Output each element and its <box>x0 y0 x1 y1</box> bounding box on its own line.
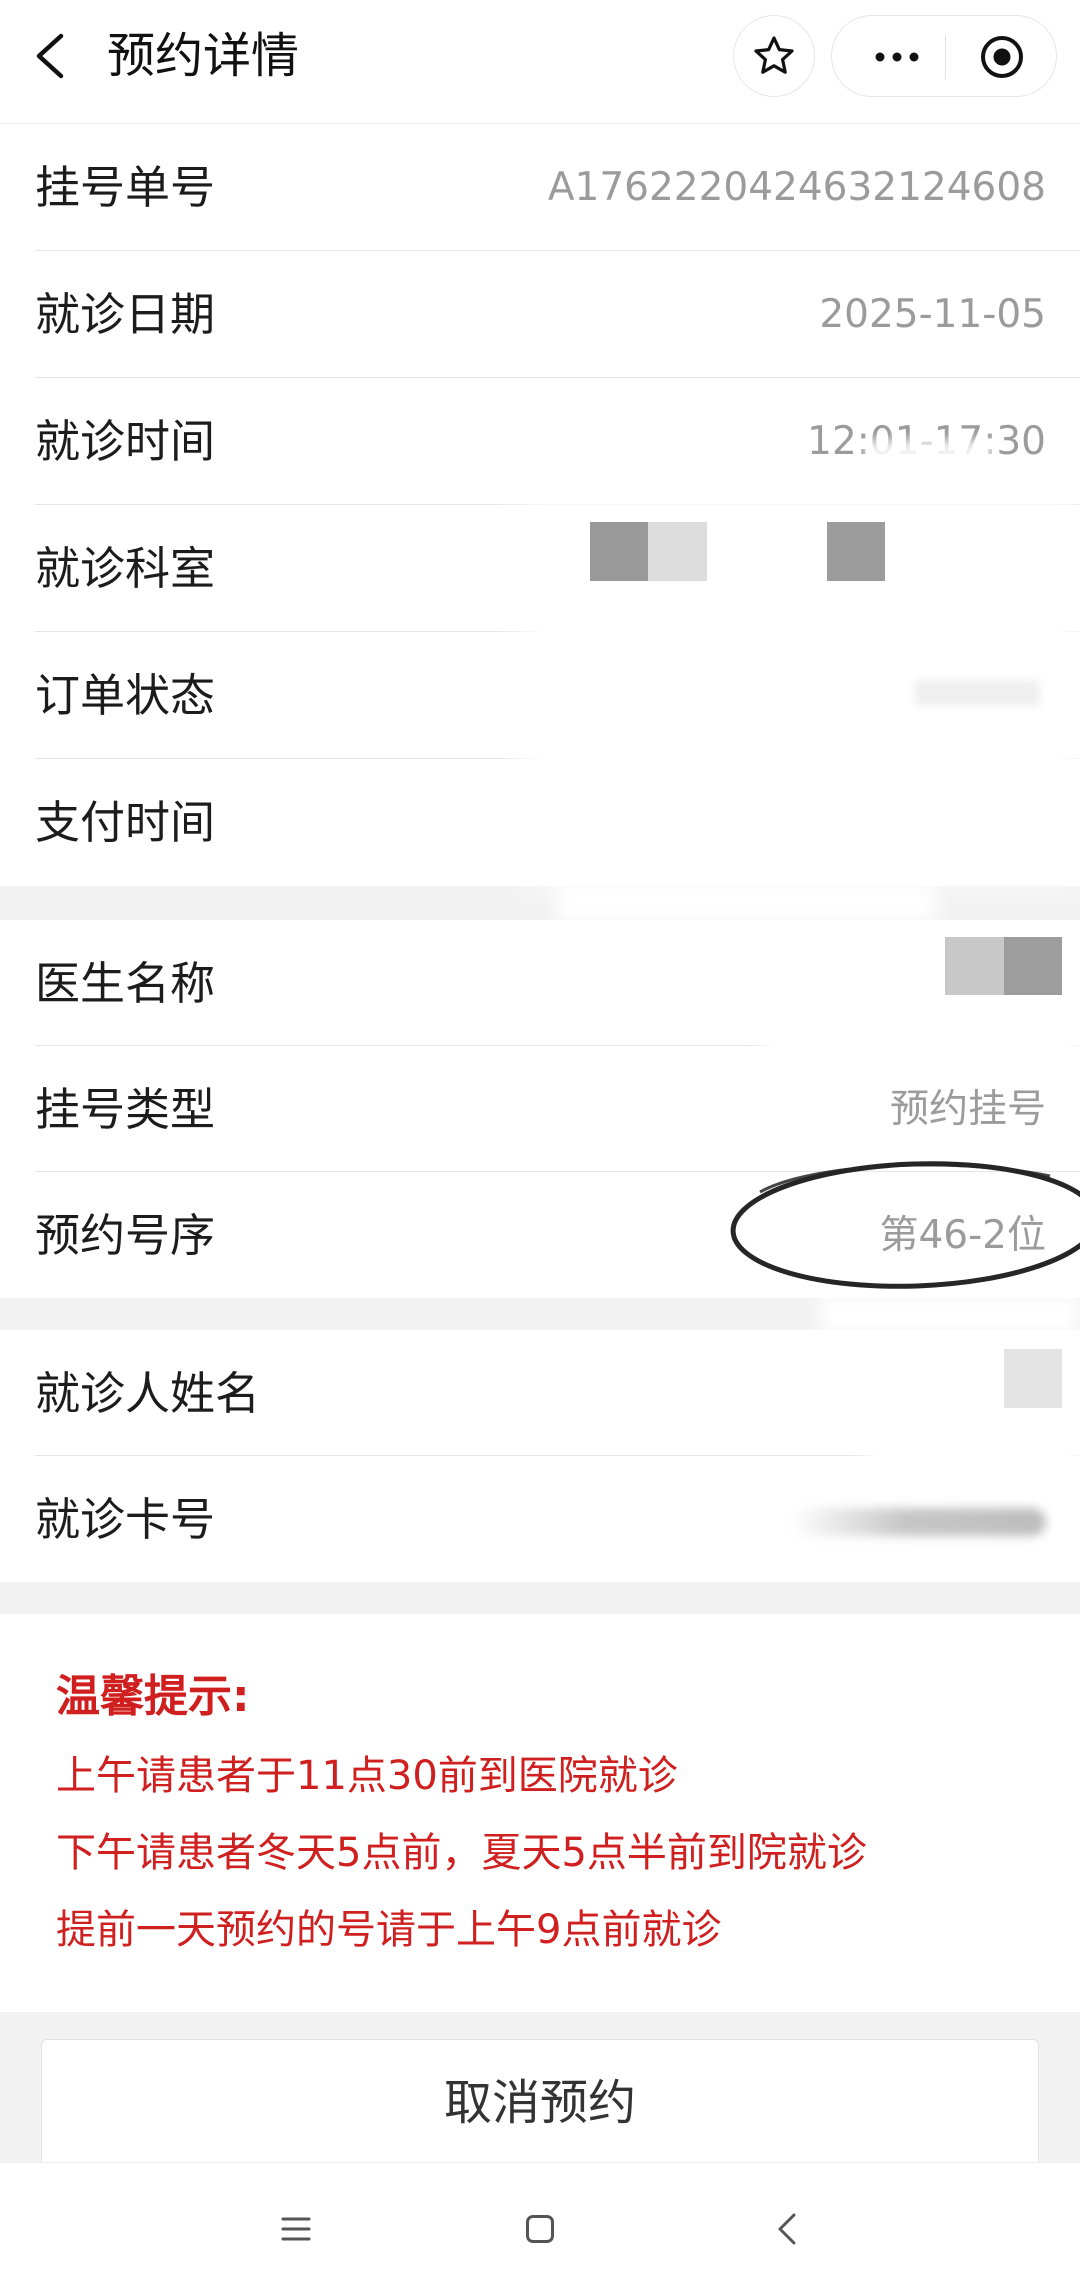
page-title: 预约详情 <box>107 28 300 84</box>
reg-type-value: 预约挂号 <box>889 1086 1046 1132</box>
detail-row-doctor-name: 医生名称 <box>0 920 1080 1046</box>
capsule-divider <box>945 35 946 79</box>
detail-row-reg-type: 挂号类型 预约挂号 <box>0 1046 1080 1172</box>
row-label: 就诊科室 <box>35 542 216 595</box>
notice-line: 下午请患者冬天5点前，夏天5点半前到院就诊 <box>56 1830 867 1876</box>
notice-title: 温馨提示: <box>56 1671 250 1722</box>
row-label: 就诊时间 <box>35 415 216 468</box>
cancel-appointment-button[interactable]: 取消预约 <box>41 2039 1039 2167</box>
menu-icon[interactable] <box>280 2216 312 2242</box>
detail-row-order-no: 挂号单号 A1762220424632124608 <box>0 124 1080 251</box>
detail-row-visit-date: 就诊日期 2025-11-05 <box>0 251 1080 378</box>
favorite-button[interactable] <box>733 15 815 97</box>
detail-row-queue-no: 预约号序 第46-2位 <box>0 1172 1080 1298</box>
back-chevron-icon[interactable] <box>776 2212 798 2246</box>
row-label: 订单状态 <box>35 669 216 722</box>
redaction-blur <box>866 440 992 470</box>
notice-line: 提前一天预约的号请于上午9点前就诊 <box>56 1907 722 1953</box>
top-bar: 预约详情 <box>0 0 1080 124</box>
target-circle-icon[interactable] <box>978 33 1026 81</box>
row-label: 挂号单号 <box>35 161 216 214</box>
mosaic-block <box>1004 1349 1062 1408</box>
row-label: 就诊卡号 <box>35 1492 216 1546</box>
notice-list: 上午请患者于11点30前到医院就诊 下午请患者冬天5点前，夏天5点半前到院就诊 … <box>56 1738 1080 1969</box>
mosaic-block <box>827 522 885 581</box>
star-icon <box>754 36 794 74</box>
redaction-blur <box>915 680 1040 706</box>
row-label: 挂号类型 <box>35 1082 216 1136</box>
back-arrow-icon[interactable] <box>33 33 67 79</box>
row-label: 医生名称 <box>35 956 216 1010</box>
detail-row-patient-name: 就诊人姓名 <box>0 1330 1080 1456</box>
row-label: 就诊日期 <box>35 288 216 341</box>
row-label: 就诊人姓名 <box>35 1366 261 1420</box>
home-square-icon[interactable] <box>526 2215 554 2243</box>
redaction-blur <box>863 1442 1080 1470</box>
redaction-blur <box>556 882 936 924</box>
mini-program-capsule <box>831 15 1057 97</box>
order-no-value: A1762220424632124608 <box>547 165 1046 210</box>
system-nav-bar <box>0 2163 1080 2294</box>
notice-line: 上午请患者于11点30前到医院就诊 <box>56 1753 678 1799</box>
more-dots-icon[interactable] <box>872 47 922 67</box>
mosaic-block <box>945 937 1004 995</box>
queue-no-value: 第46-2位 <box>879 1212 1046 1258</box>
mosaic-block <box>1004 937 1062 995</box>
redaction-blur <box>820 1294 1080 1334</box>
row-label: 支付时间 <box>35 796 216 849</box>
redaction-blur <box>761 1032 1080 1062</box>
row-label: 预约号序 <box>35 1208 216 1262</box>
redaction-blur <box>790 1508 1046 1536</box>
mosaic-block <box>648 522 707 581</box>
mosaic-block <box>590 522 648 581</box>
notice-panel: 温馨提示: 上午请患者于11点30前到医院就诊 下午请患者冬天5点前，夏天5点半… <box>0 1614 1080 2012</box>
doctor-info-section: 医生名称 挂号类型 预约挂号 预约号序 第46-2位 <box>0 920 1080 1298</box>
action-area: 取消预约 <box>0 2012 1080 2167</box>
visit-date-value: 2025-11-05 <box>819 292 1046 337</box>
